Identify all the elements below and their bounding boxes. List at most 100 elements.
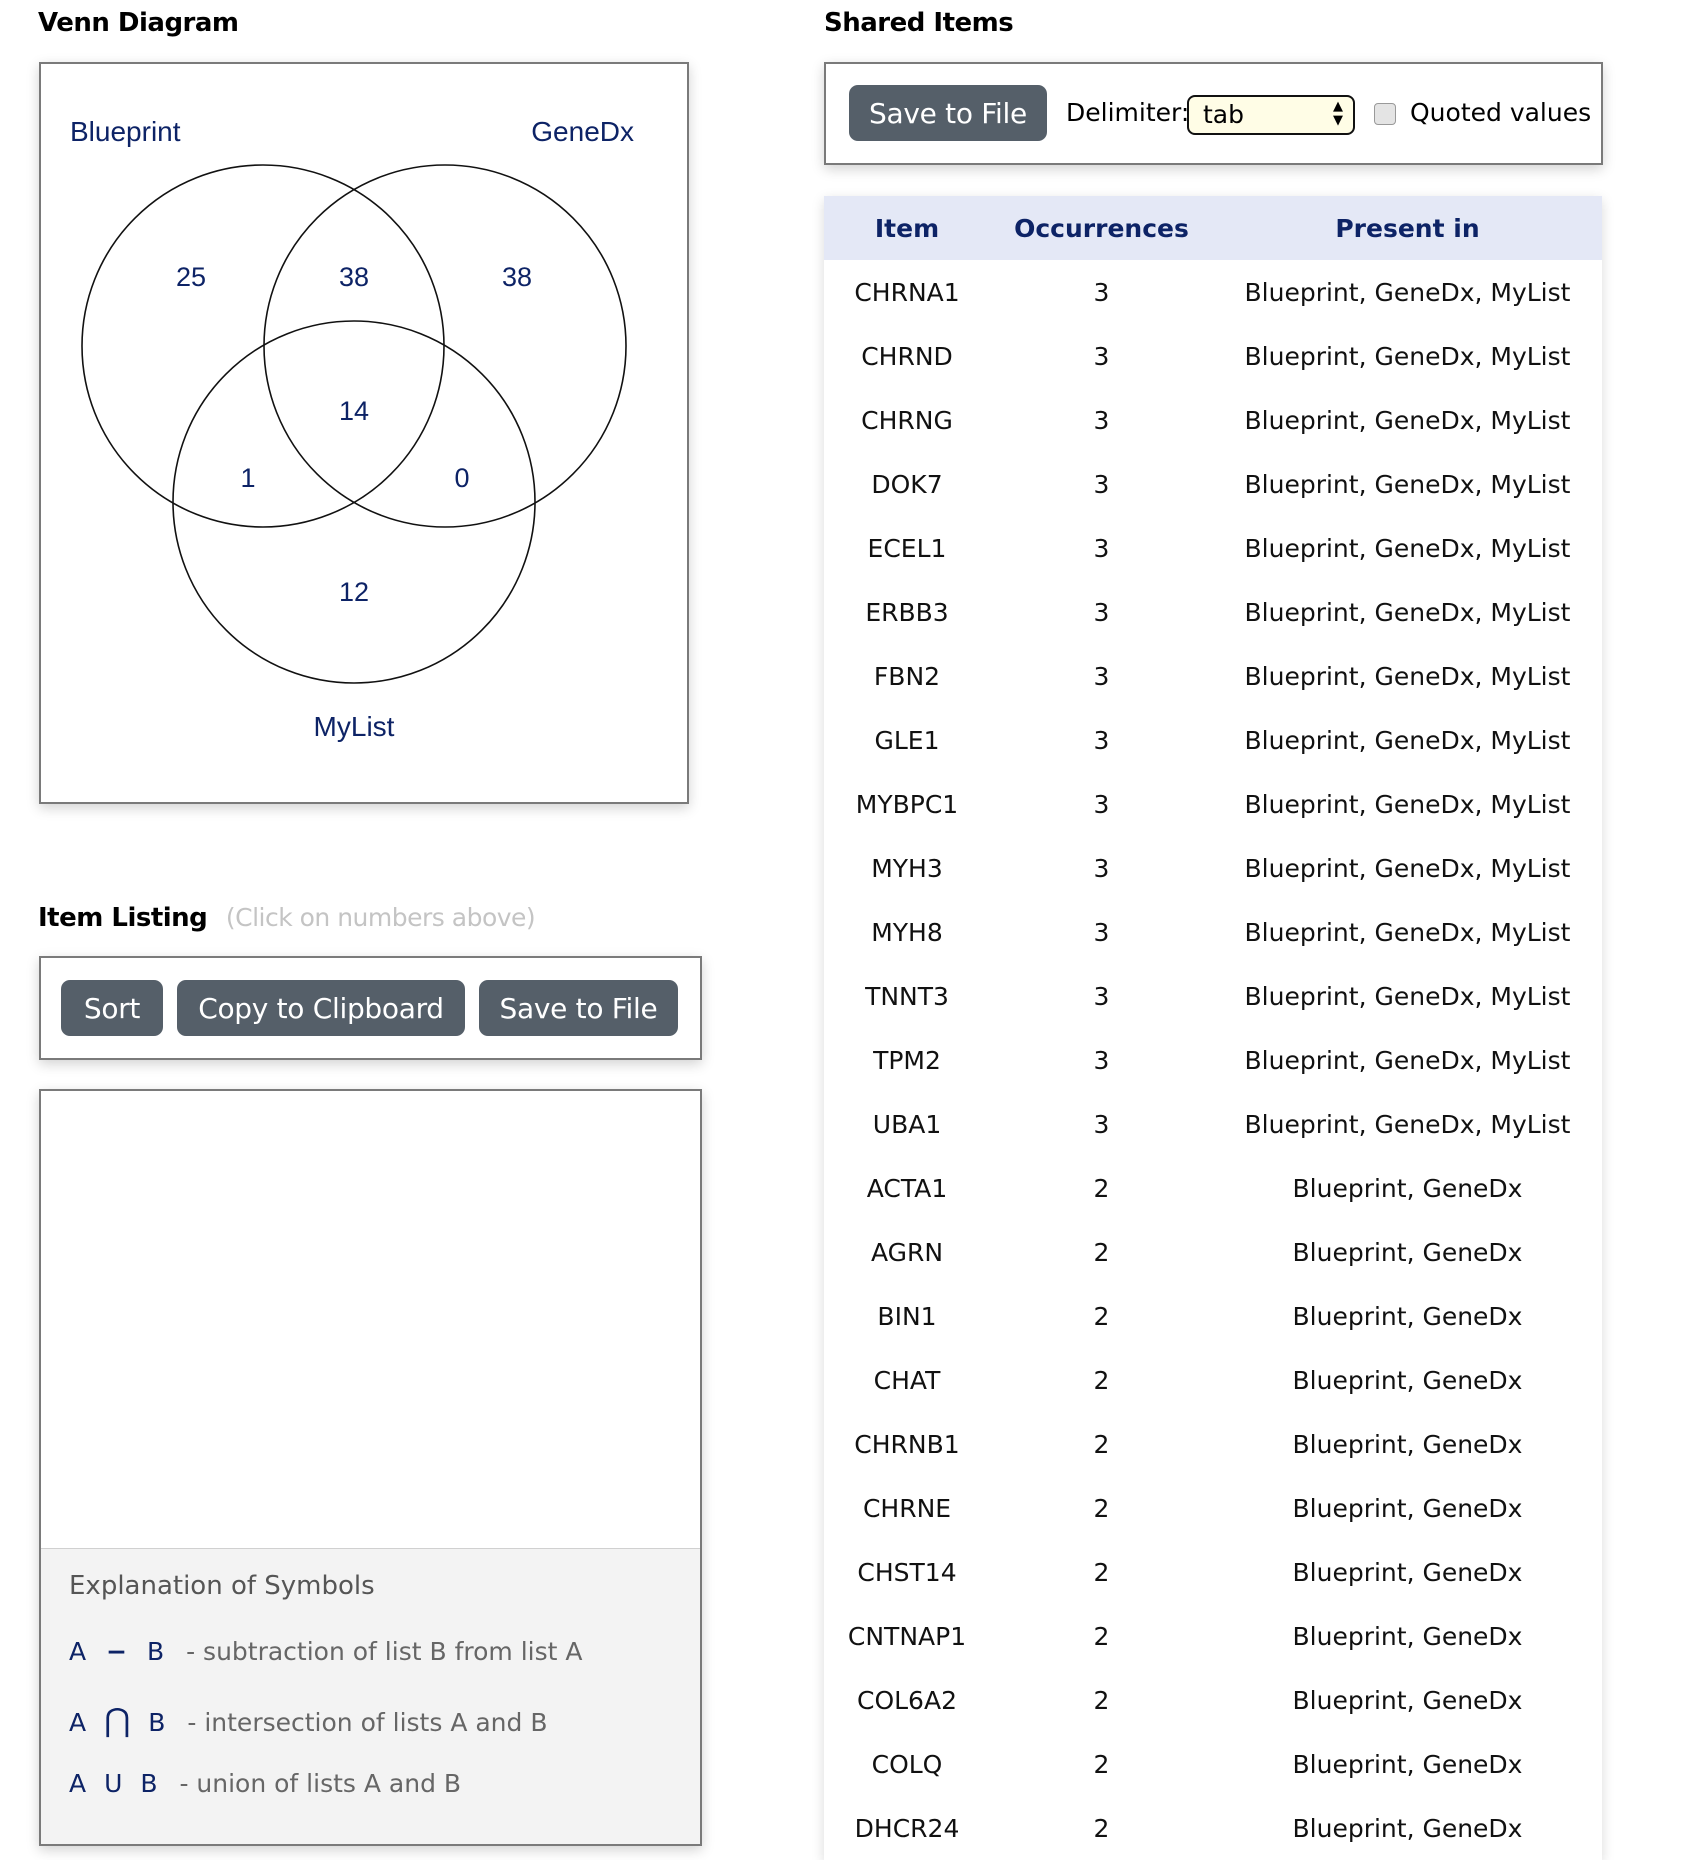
column-header-occurrences[interactable]: Occurrences bbox=[990, 196, 1213, 260]
item-listing-textarea[interactable] bbox=[41, 1091, 700, 1548]
symbol-a: A bbox=[69, 1769, 87, 1798]
occurrences-cell: 3 bbox=[1093, 1109, 1110, 1139]
present-in-cell: Blueprint, GeneDx bbox=[1292, 1813, 1523, 1843]
item-cell: CHST14 bbox=[857, 1557, 957, 1587]
table-row[interactable]: CHST14 2 Blueprint, GeneDx bbox=[824, 1540, 1602, 1604]
item-cell: ERBB3 bbox=[865, 597, 949, 627]
table-row[interactable]: MYH3 3 Blueprint, GeneDx, MyList bbox=[824, 836, 1602, 900]
table-row[interactable]: GLE1 3 Blueprint, GeneDx, MyList bbox=[824, 708, 1602, 772]
occurrences-cell: 3 bbox=[1093, 405, 1110, 435]
present-in-cell: Blueprint, GeneDx bbox=[1292, 1365, 1523, 1395]
sort-button[interactable]: Sort bbox=[61, 980, 163, 1036]
present-in-cell: Blueprint, GeneDx bbox=[1292, 1685, 1523, 1715]
venn-region-all-three[interactable]: 14 bbox=[339, 396, 369, 426]
venn-region-blueprint-only[interactable]: 25 bbox=[176, 262, 206, 292]
venn-region-blueprint-genedx[interactable]: 38 bbox=[339, 262, 369, 292]
venn-region-mylist-only[interactable]: 12 bbox=[339, 577, 369, 607]
occurrences-cell: 2 bbox=[1093, 1749, 1110, 1779]
table-row[interactable]: DHCR24 2 Blueprint, GeneDx bbox=[824, 1796, 1602, 1860]
table-row[interactable]: UBA1 3 Blueprint, GeneDx, MyList bbox=[824, 1092, 1602, 1156]
item-cell: CHRNB1 bbox=[854, 1429, 960, 1459]
venn-label-genedx: GeneDx bbox=[531, 116, 634, 147]
present-in-cell: Blueprint, GeneDx, MyList bbox=[1244, 789, 1571, 819]
minus-icon: − bbox=[106, 1637, 128, 1666]
venn-region-genedx-only[interactable]: 38 bbox=[502, 262, 532, 292]
item-cell: AGRN bbox=[870, 1237, 944, 1267]
table-row[interactable]: BIN1 2 Blueprint, GeneDx bbox=[824, 1284, 1602, 1348]
occurrences-cell: 2 bbox=[1093, 1557, 1110, 1587]
table-row[interactable]: CHRNE 2 Blueprint, GeneDx bbox=[824, 1476, 1602, 1540]
table-row[interactable]: ERBB3 3 Blueprint, GeneDx, MyList bbox=[824, 580, 1602, 644]
present-in-cell: Blueprint, GeneDx, MyList bbox=[1244, 1109, 1571, 1139]
item-cell: BIN1 bbox=[877, 1301, 937, 1331]
intersection-icon: ⋂ bbox=[104, 1701, 131, 1739]
explanation-text: - intersection of lists A and B bbox=[187, 1708, 548, 1737]
occurrences-cell: 2 bbox=[1093, 1429, 1110, 1459]
item-cell: FBN2 bbox=[873, 661, 941, 691]
item-cell: CNTNAP1 bbox=[847, 1621, 967, 1651]
table-row[interactable]: CHAT 2 Blueprint, GeneDx bbox=[824, 1348, 1602, 1412]
table-row[interactable]: MYBPC1 3 Blueprint, GeneDx, MyList bbox=[824, 772, 1602, 836]
table-row[interactable]: CHRNG 3 Blueprint, GeneDx, MyList bbox=[824, 388, 1602, 452]
occurrences-cell: 3 bbox=[1093, 725, 1110, 755]
symbol-b: B bbox=[146, 1637, 165, 1666]
table-row[interactable]: CHRNB1 2 Blueprint, GeneDx bbox=[824, 1412, 1602, 1476]
occurrences-cell: 2 bbox=[1093, 1813, 1110, 1843]
listing-save-to-file-button[interactable]: Save to File bbox=[479, 980, 678, 1036]
present-in-cell: Blueprint, GeneDx, MyList bbox=[1244, 469, 1571, 499]
shared-save-to-file-button[interactable]: Save to File bbox=[849, 85, 1047, 141]
occurrences-cell: 2 bbox=[1093, 1301, 1110, 1331]
delimiter-select[interactable]: tab ▲ ▼ bbox=[1187, 95, 1355, 135]
select-arrows-icon: ▲ ▼ bbox=[1333, 99, 1343, 128]
table-row[interactable]: CNTNAP1 2 Blueprint, GeneDx bbox=[824, 1604, 1602, 1668]
table-row[interactable]: MYH8 3 Blueprint, GeneDx, MyList bbox=[824, 900, 1602, 964]
present-in-cell: Blueprint, GeneDx bbox=[1292, 1237, 1523, 1267]
table-row[interactable]: ECEL1 3 Blueprint, GeneDx, MyList bbox=[824, 516, 1602, 580]
venn-diagram: Blueprint GeneDx MyList 25 38 38 14 1 0 … bbox=[70, 116, 634, 742]
table-row[interactable]: TPM2 3 Blueprint, GeneDx, MyList bbox=[824, 1028, 1602, 1092]
present-in-cell: Blueprint, GeneDx, MyList bbox=[1244, 597, 1571, 627]
copy-to-clipboard-button[interactable]: Copy to Clipboard bbox=[177, 980, 465, 1036]
table-row[interactable]: ACTA1 2 Blueprint, GeneDx bbox=[824, 1156, 1602, 1220]
occurrences-cell: 3 bbox=[1093, 917, 1110, 947]
shared-items-title: Shared Items bbox=[824, 8, 1014, 38]
item-cell: MYH8 bbox=[871, 917, 943, 947]
table-row[interactable]: TNNT3 3 Blueprint, GeneDx, MyList bbox=[824, 964, 1602, 1028]
symbols-explanation: Explanation of Symbols A − B - subtracti… bbox=[41, 1548, 700, 1844]
table-row[interactable]: COL6A2 2 Blueprint, GeneDx bbox=[824, 1668, 1602, 1732]
item-listing-title: Item Listing (Click on numbers above) bbox=[38, 903, 536, 933]
column-header-present-in[interactable]: Present in bbox=[1213, 196, 1602, 260]
occurrences-cell: 2 bbox=[1093, 1237, 1110, 1267]
item-listing-hint: (Click on numbers above) bbox=[225, 903, 536, 932]
item-cell: CHRND bbox=[861, 341, 953, 371]
quoted-values-checkbox[interactable] bbox=[1374, 103, 1396, 125]
occurrences-cell: 3 bbox=[1093, 789, 1110, 819]
item-cell: DOK7 bbox=[871, 469, 943, 499]
item-cell: TPM2 bbox=[873, 1045, 941, 1075]
column-header-item[interactable]: Item bbox=[824, 196, 990, 260]
table-row[interactable]: AGRN 2 Blueprint, GeneDx bbox=[824, 1220, 1602, 1284]
explanation-text: - subtraction of list B from list A bbox=[186, 1637, 583, 1666]
present-in-cell: Blueprint, GeneDx, MyList bbox=[1244, 533, 1571, 563]
item-cell: TNNT3 bbox=[865, 981, 949, 1011]
present-in-cell: Blueprint, GeneDx bbox=[1292, 1493, 1523, 1523]
venn-region-genedx-mylist[interactable]: 0 bbox=[454, 463, 469, 493]
venn-region-blueprint-mylist[interactable]: 1 bbox=[240, 463, 255, 493]
item-cell: MYBPC1 bbox=[855, 789, 959, 819]
present-in-cell: Blueprint, GeneDx, MyList bbox=[1244, 405, 1571, 435]
shared-items-body: CHRNA1 3 Blueprint, GeneDx, MyList CHRND 3 Bl… bbox=[824, 260, 1602, 1860]
present-in-cell: Blueprint, GeneDx bbox=[1292, 1173, 1523, 1203]
occurrences-cell: 3 bbox=[1093, 1045, 1110, 1075]
quoted-values-label[interactable]: Quoted values bbox=[1410, 98, 1591, 127]
table-row[interactable]: COLQ 2 Blueprint, GeneDx bbox=[824, 1732, 1602, 1796]
occurrences-cell: 3 bbox=[1093, 469, 1110, 499]
table-row[interactable]: CHRNA1 3 Blueprint, GeneDx, MyList bbox=[824, 260, 1602, 324]
table-row[interactable]: DOK7 3 Blueprint, GeneDx, MyList bbox=[824, 452, 1602, 516]
occurrences-cell: 2 bbox=[1093, 1173, 1110, 1203]
table-row[interactable]: FBN2 3 Blueprint, GeneDx, MyList bbox=[824, 644, 1602, 708]
table-row[interactable]: CHRND 3 Blueprint, GeneDx, MyList bbox=[824, 324, 1602, 388]
item-cell: DHCR24 bbox=[854, 1813, 960, 1843]
present-in-cell: Blueprint, GeneDx, MyList bbox=[1244, 853, 1571, 883]
explanation-text: - union of lists A and B bbox=[179, 1769, 462, 1798]
item-cell: ACTA1 bbox=[866, 1173, 948, 1203]
